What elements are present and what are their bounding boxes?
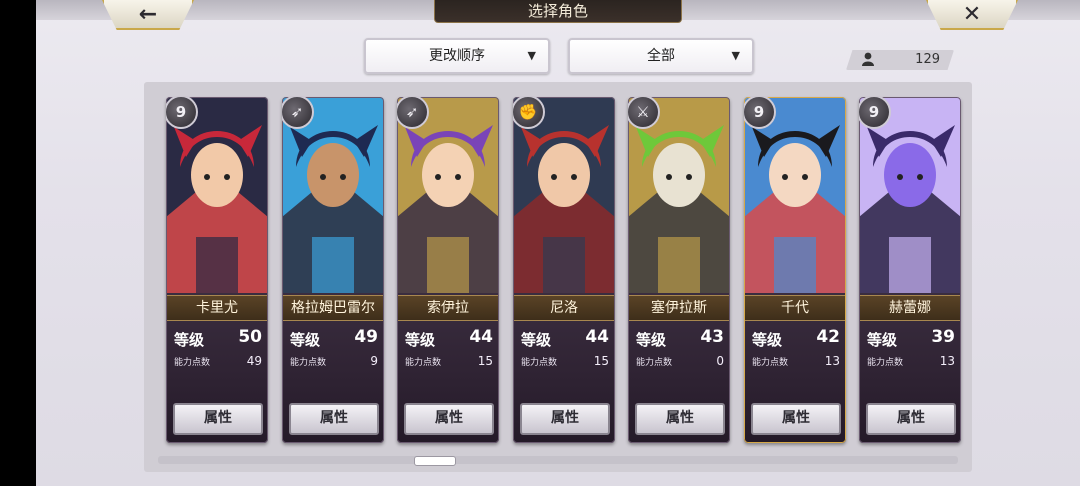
- card-frame: [166, 97, 268, 443]
- scrollbar-thumb[interactable]: [414, 456, 456, 466]
- page-title: 选择角色: [434, 0, 682, 23]
- person-icon: [862, 52, 874, 70]
- sort-order-dropdown[interactable]: 更改顺序 ▼: [364, 38, 550, 74]
- character-card[interactable]: 尼洛 等级 44 能力点数 15 属性 ✊: [513, 97, 615, 443]
- close-icon: ✕: [962, 1, 982, 27]
- character-card[interactable]: 千代 等级 42 能力点数 13 属性 9: [744, 97, 846, 443]
- card-frame: [397, 97, 499, 443]
- character-select-screen: ← 选择角色 ✕ 更改顺序 ▼ 全部 ▼ 129 卡里尤 等级 50 能力点数 49 属性…: [36, 0, 1080, 486]
- chevron-down-icon: ▼: [731, 49, 740, 62]
- character-card[interactable]: 塞伊拉斯 等级 43 能力点数 0 属性 ⚔: [628, 97, 730, 443]
- back-arrow-icon: ←: [138, 1, 158, 27]
- horizontal-scrollbar[interactable]: [158, 456, 958, 464]
- filter-label: 全部: [647, 48, 675, 64]
- character-count: 129: [915, 52, 940, 67]
- filter-dropdown[interactable]: 全部 ▼: [568, 38, 754, 74]
- card-frame: [513, 97, 615, 443]
- chevron-down-icon: ▼: [527, 49, 536, 62]
- character-card[interactable]: 索伊拉 等级 44 能力点数 15 属性 ➶: [397, 97, 499, 443]
- back-button[interactable]: ←: [102, 0, 194, 30]
- card-frame: [744, 97, 846, 443]
- character-card[interactable]: 格拉姆巴雷尔 等级 49 能力点数 9 属性 ➶: [282, 97, 384, 443]
- character-card[interactable]: 卡里尤 等级 50 能力点数 49 属性 9: [166, 97, 268, 443]
- sort-order-label: 更改顺序: [429, 48, 485, 64]
- close-button[interactable]: ✕: [926, 0, 1018, 30]
- character-card[interactable]: 赫蕾娜 等级 39 能力点数 13 属性 9: [859, 97, 961, 443]
- card-frame: [628, 97, 730, 443]
- card-frame: [282, 97, 384, 443]
- character-count-box: 129: [846, 50, 954, 70]
- card-frame: [859, 97, 961, 443]
